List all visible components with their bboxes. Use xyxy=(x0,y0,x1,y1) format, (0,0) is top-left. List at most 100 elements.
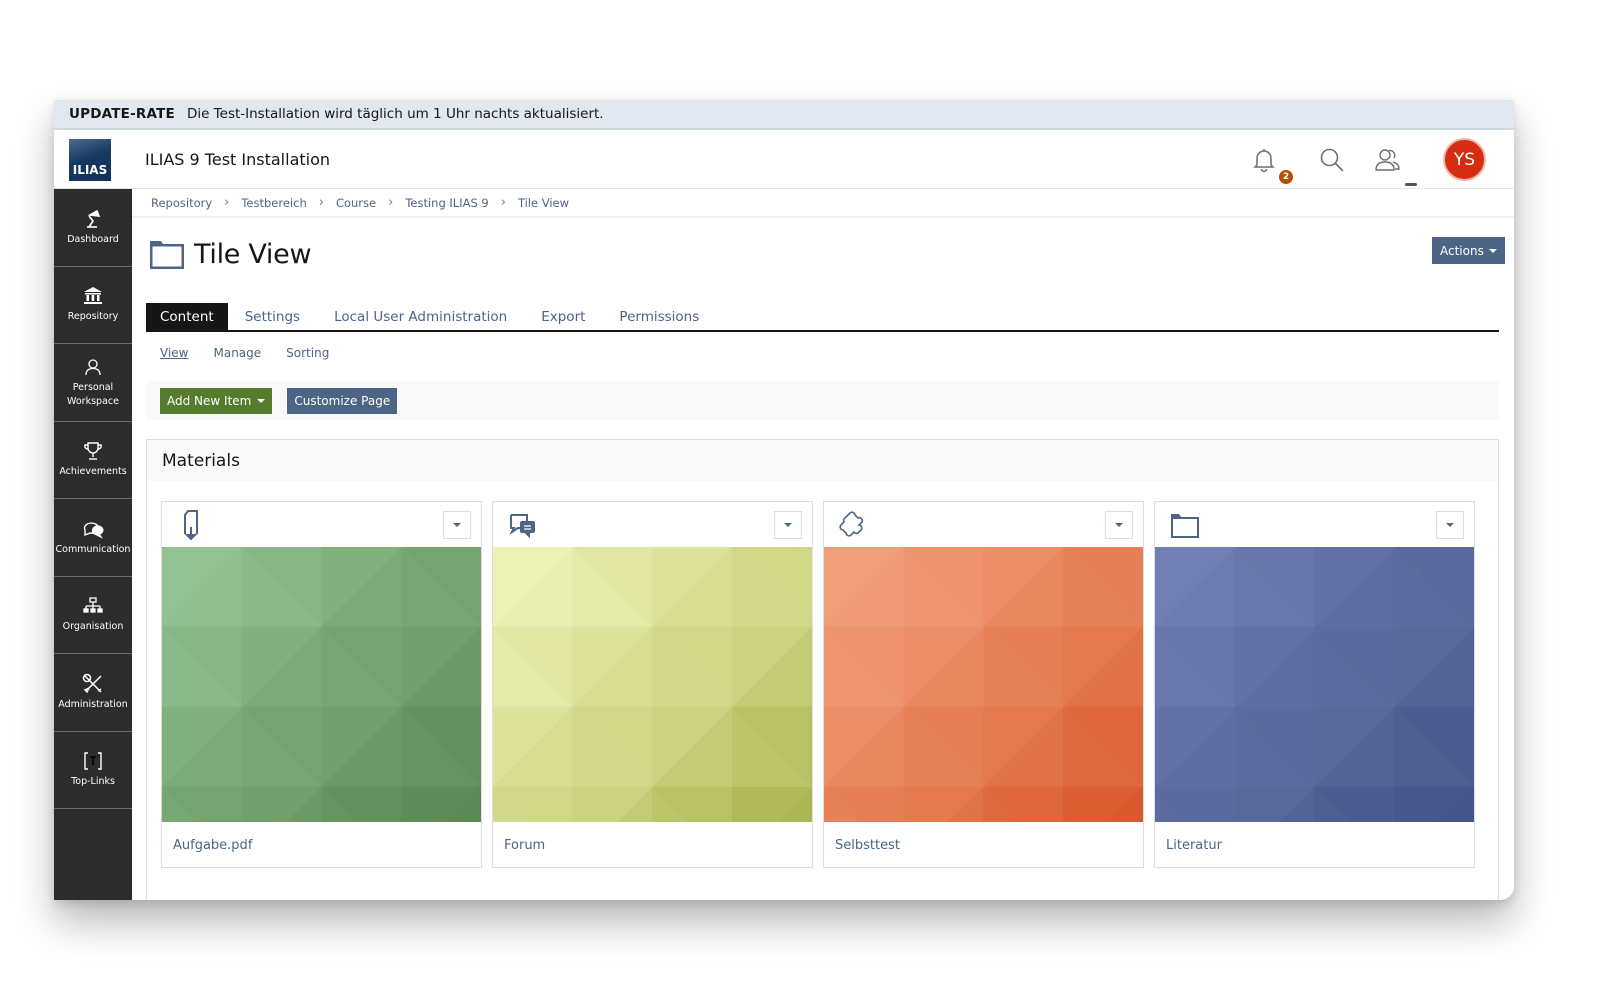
breadcrumb-item[interactable]: Repository xyxy=(151,196,212,210)
customize-page-label: Customize Page xyxy=(294,393,391,408)
chevron-right-icon: › xyxy=(224,195,230,210)
users-icon xyxy=(1375,149,1400,171)
caret-down-icon xyxy=(257,398,266,403)
top-header: ILIAS ILIAS 9 Test Installation 2 YS xyxy=(54,131,1514,189)
folder-icon xyxy=(1171,514,1199,538)
tile-actions-dropdown[interactable] xyxy=(1105,511,1133,539)
materials-panel: Materials Aufgabe.pdf Forum Selbsttest L… xyxy=(146,439,1499,900)
tab-settings[interactable]: Settings xyxy=(228,303,317,330)
sidebar-label: Administration xyxy=(58,698,128,710)
tile-actions-dropdown[interactable] xyxy=(443,511,471,539)
tile-image xyxy=(1155,547,1474,822)
caret-down-icon xyxy=(1115,523,1123,527)
sidebar-item-organisation[interactable]: Organisation xyxy=(54,577,132,654)
customize-page-button[interactable]: Customize Page xyxy=(287,387,398,414)
tab-local-user-administration[interactable]: Local User Administration xyxy=(317,303,524,330)
tools-icon xyxy=(81,673,105,695)
contacts-indicator xyxy=(1405,183,1417,186)
sidebar-label: Top-Links xyxy=(71,776,115,788)
subtab-view[interactable]: View xyxy=(160,346,188,360)
banner-message: Die Test-Installation wird täglich um 1 … xyxy=(186,106,604,122)
tab-bar: Content Settings Local User Administrati… xyxy=(146,303,1499,332)
caret-down-icon xyxy=(1488,248,1497,253)
add-new-item-button[interactable]: Add New Item xyxy=(160,387,273,414)
sidebar-label: Communication xyxy=(55,543,131,555)
actions-label: Actions xyxy=(1440,243,1484,258)
chevron-right-icon: › xyxy=(388,195,394,210)
sidebar-label: Organisation xyxy=(62,621,124,633)
page-header: Tile View xyxy=(148,237,312,271)
caret-down-icon xyxy=(784,523,792,527)
main-sidebar: Dashboard Repository Personal Workspace xyxy=(54,189,132,900)
app-title: ILIAS 9 Test Installation xyxy=(145,150,331,169)
sidebar-item-personal-workspace[interactable]: Personal Workspace xyxy=(54,344,132,422)
desk-lamp-icon xyxy=(84,208,102,230)
tile-card[interactable]: Selbsttest xyxy=(823,501,1144,868)
folder-icon xyxy=(150,241,184,269)
bank-icon xyxy=(83,285,103,307)
sidebar-item-repository[interactable]: Repository xyxy=(54,267,132,344)
user-avatar[interactable]: YS xyxy=(1443,138,1486,181)
tile-image xyxy=(493,547,812,822)
bracket-t-icon xyxy=(83,750,103,772)
tile-image xyxy=(162,547,481,822)
org-chart-icon xyxy=(83,595,103,617)
search-icon xyxy=(1320,148,1344,172)
tab-permissions[interactable]: Permissions xyxy=(602,303,716,330)
chat-bubbles-icon xyxy=(82,518,104,540)
main-content: Repository › Testbereich › Course › Test… xyxy=(132,189,1514,900)
search-button[interactable] xyxy=(1317,145,1347,175)
actions-dropdown-button[interactable]: Actions xyxy=(1432,237,1505,264)
sidebar-item-dashboard[interactable]: Dashboard xyxy=(54,189,132,267)
toolbar: Add New Item Customize Page xyxy=(146,381,1499,420)
tile-image xyxy=(824,547,1143,822)
ilias-logo[interactable]: ILIAS xyxy=(69,139,111,181)
chevron-right-icon: › xyxy=(318,195,324,210)
breadcrumb-item[interactable]: Testbereich xyxy=(241,196,306,210)
tile-title[interactable]: Selbsttest xyxy=(835,838,900,853)
sidebar-label: Achievements xyxy=(59,466,127,478)
sidebar-label: Personal Workspace xyxy=(67,381,119,407)
contacts-button[interactable] xyxy=(1373,145,1403,175)
file-download-icon xyxy=(184,510,198,541)
puzzle-icon xyxy=(839,511,864,537)
breadcrumb-item[interactable]: Testing ILIAS 9 xyxy=(405,196,488,210)
tile-card[interactable]: Literatur xyxy=(1154,501,1475,868)
breadcrumb-item[interactable]: Course xyxy=(336,196,376,210)
sidebar-item-communication[interactable]: Communication xyxy=(54,499,132,577)
add-new-item-label: Add New Item xyxy=(167,393,252,408)
browser-window: UPDATE-RATE Die Test-Installation wird t… xyxy=(54,100,1514,900)
banner-title: UPDATE-RATE xyxy=(69,106,175,122)
notifications-button[interactable] xyxy=(1249,145,1279,175)
sidebar-item-top-links[interactable]: Top-Links xyxy=(54,732,132,809)
subtab-manage[interactable]: Manage xyxy=(213,346,261,360)
notification-badge: 2 xyxy=(1279,170,1293,184)
sidebar-label: Repository xyxy=(67,311,119,323)
tile-title[interactable]: Literatur xyxy=(1166,838,1222,853)
tile-actions-dropdown[interactable] xyxy=(1436,511,1464,539)
tile-container: Aufgabe.pdf Forum Selbsttest Literatur xyxy=(161,501,1475,868)
caret-down-icon xyxy=(1446,523,1454,527)
person-icon xyxy=(84,356,102,378)
breadcrumb-item-current[interactable]: Tile View xyxy=(518,196,569,210)
tile-title[interactable]: Aufgabe.pdf xyxy=(173,838,252,853)
tab-export[interactable]: Export xyxy=(524,303,602,330)
materials-title: Materials xyxy=(147,440,1498,481)
chevron-right-icon: › xyxy=(500,195,506,210)
sidebar-item-administration[interactable]: Administration xyxy=(54,654,132,732)
subtab-sorting[interactable]: Sorting xyxy=(286,346,329,360)
subtab-bar: View Manage Sorting xyxy=(160,346,329,360)
sidebar-item-achievements[interactable]: Achievements xyxy=(54,422,132,499)
breadcrumb: Repository › Testbereich › Course › Test… xyxy=(132,189,1514,218)
tile-title[interactable]: Forum xyxy=(504,838,545,853)
page-title: Tile View xyxy=(194,238,312,270)
tab-content[interactable]: Content xyxy=(146,303,228,330)
sidebar-label: Dashboard xyxy=(67,233,119,245)
bell-icon xyxy=(1253,149,1275,173)
tile-card[interactable]: Aufgabe.pdf xyxy=(161,501,482,868)
tile-card[interactable]: Forum xyxy=(492,501,813,868)
system-info-banner: UPDATE-RATE Die Test-Installation wird t… xyxy=(54,100,1514,130)
forum-icon xyxy=(509,514,535,539)
tile-actions-dropdown[interactable] xyxy=(774,511,802,539)
trophy-icon xyxy=(83,440,103,462)
